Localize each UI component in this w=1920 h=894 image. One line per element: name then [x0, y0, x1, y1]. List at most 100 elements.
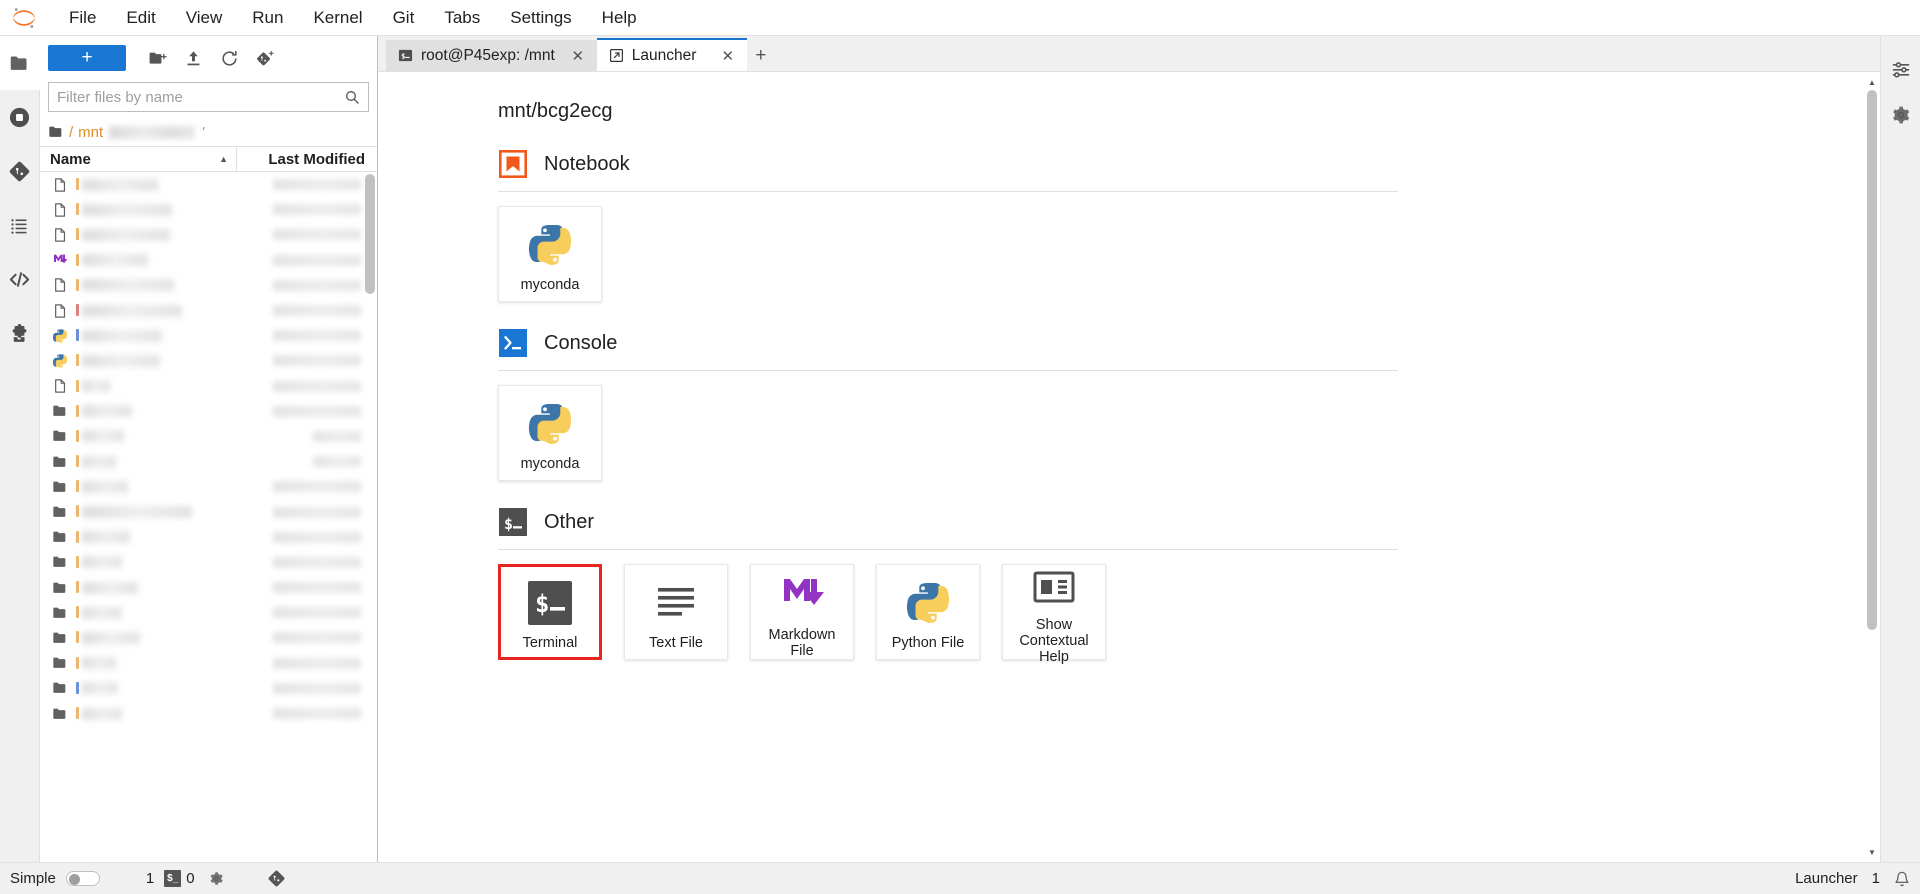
jupyter-logo-icon	[4, 3, 44, 33]
launcher-scrollbar[interactable]: ▲ ▼	[1866, 76, 1878, 858]
status-git-icon[interactable]	[268, 870, 285, 887]
tab-launcher[interactable]: Launcher ✕	[596, 38, 747, 71]
file-list-item[interactable]	[40, 550, 377, 575]
section-title-other: Other	[544, 510, 595, 533]
tab-terminal-close-icon[interactable]: ✕	[569, 47, 587, 65]
file-list[interactable]	[40, 172, 377, 862]
file-icon	[52, 202, 76, 218]
kernel-count: 1	[145, 870, 155, 887]
file-name-redacted	[76, 449, 313, 474]
breadcrumb-home-icon[interactable]	[48, 124, 64, 140]
launcher-scrollbar-thumb[interactable]	[1867, 90, 1877, 630]
current-widget-label[interactable]: Launcher	[1795, 870, 1858, 887]
sidebar-item-debugger[interactable]	[0, 252, 39, 306]
launcher-card-terminal[interactable]: $ Terminal	[498, 564, 602, 660]
column-header-last-modified[interactable]: Last Modified	[237, 147, 377, 171]
section-header-notebook: Notebook	[498, 149, 1880, 191]
tab-launcher-close-icon[interactable]: ✕	[719, 47, 737, 65]
file-list-item[interactable]	[40, 197, 377, 222]
file-list-item[interactable]	[40, 575, 377, 600]
sidebar-item-settings[interactable]	[1881, 92, 1920, 138]
file-list-item[interactable]	[40, 499, 377, 524]
scroll-down-icon[interactable]: ▼	[1866, 846, 1878, 858]
new-tab-button[interactable]: +	[747, 40, 775, 71]
upload-icon[interactable]	[176, 43, 210, 73]
file-list-item[interactable]	[40, 248, 377, 273]
simple-mode-toggle[interactable]	[65, 871, 100, 886]
menu-item-tabs[interactable]: Tabs	[429, 4, 495, 32]
scroll-up-icon[interactable]: ▲	[1866, 76, 1878, 88]
sidebar-item-table-of-contents[interactable]	[0, 198, 39, 252]
file-filter[interactable]	[48, 82, 369, 112]
menu-item-git[interactable]: Git	[378, 4, 430, 32]
kernel-sessions-status[interactable]: 1	[146, 870, 154, 887]
tab-terminal[interactable]: $ root@P45exp: /mnt ✕	[386, 40, 597, 71]
menu-item-edit[interactable]: Edit	[111, 4, 170, 32]
launcher-card-show-contextual-help[interactable]: Show Contextual Help	[1002, 564, 1106, 665]
menu-item-run[interactable]: Run	[237, 4, 298, 32]
file-modified-redacted	[273, 279, 361, 291]
file-modified-redacted	[273, 506, 361, 518]
file-list-item[interactable]	[40, 474, 377, 499]
file-name-redacted	[76, 323, 273, 348]
git-add-icon[interactable]	[248, 43, 282, 73]
tab-bar: $ root@P45exp: /mnt ✕ Launcher ✕ +	[378, 36, 1880, 72]
menu-item-settings[interactable]: Settings	[495, 4, 586, 32]
sidebar-item-git[interactable]	[0, 144, 39, 198]
file-name-redacted	[76, 172, 273, 197]
terminal-sessions-status[interactable]: $_ 0	[164, 870, 195, 887]
file-list-item[interactable]	[40, 323, 377, 348]
file-list-item[interactable]	[40, 525, 377, 550]
launcher-card-notebook-myconda[interactable]: myconda	[498, 206, 602, 302]
main-area: $ root@P45exp: /mnt ✕ Launcher ✕ + mnt/b…	[378, 36, 1880, 862]
file-list-item[interactable]	[40, 298, 377, 323]
new-launcher-button[interactable]: +	[48, 45, 126, 71]
sidebar-item-file-browser[interactable]	[0, 36, 40, 90]
file-list-item[interactable]	[40, 424, 377, 449]
file-modified-redacted	[273, 682, 361, 694]
section-divider-console	[498, 370, 1398, 371]
file-modified-redacted	[273, 254, 361, 266]
file-list-item[interactable]	[40, 625, 377, 650]
file-list-item[interactable]	[40, 374, 377, 399]
file-list-item[interactable]	[40, 399, 377, 424]
file-list-item[interactable]	[40, 273, 377, 298]
search-input[interactable]	[49, 88, 344, 106]
sidebar-item-running[interactable]	[0, 90, 39, 144]
menu-item-help[interactable]: Help	[587, 4, 652, 32]
menu-item-view[interactable]: View	[171, 4, 238, 32]
menu-item-kernel[interactable]: Kernel	[298, 4, 377, 32]
file-browser-toolbar: +	[40, 36, 377, 80]
file-list-item[interactable]	[40, 449, 377, 474]
file-list-item[interactable]	[40, 348, 377, 373]
terminal-count: 0	[186, 870, 195, 887]
file-list-scrollbar[interactable]	[365, 174, 375, 294]
new-folder-icon[interactable]	[140, 43, 174, 73]
file-list-item[interactable]	[40, 600, 377, 625]
file-list-item[interactable]	[40, 676, 377, 701]
launcher-card-python-file[interactable]: Python File	[876, 564, 980, 660]
file-modified-redacted	[273, 531, 361, 543]
file-name-redacted	[76, 575, 273, 600]
sidebar-item-extension-manager[interactable]	[0, 306, 39, 360]
file-list-item[interactable]	[40, 651, 377, 676]
bell-icon[interactable]	[1894, 871, 1910, 887]
file-list-item[interactable]	[40, 172, 377, 197]
launcher-card-markdown-file[interactable]: Markdown File	[750, 564, 854, 660]
launcher-card-label: Python File	[891, 635, 965, 651]
file-name-redacted	[76, 499, 273, 524]
refresh-icon[interactable]	[212, 43, 246, 73]
breadcrumb-item-mnt[interactable]: mnt	[78, 124, 103, 141]
file-name-redacted	[76, 600, 273, 625]
search-icon[interactable]	[344, 89, 368, 105]
column-header-name[interactable]: Name ▲	[40, 147, 237, 171]
launcher-card-text-file[interactable]: Text File	[624, 564, 728, 660]
sidebar-item-property-inspector[interactable]	[1881, 46, 1920, 92]
python-icon	[904, 577, 952, 629]
menu-item-file[interactable]: File	[54, 4, 111, 32]
file-list-item[interactable]	[40, 701, 377, 726]
status-gear-icon[interactable]	[209, 871, 224, 886]
launcher-card-console-myconda[interactable]: myconda	[498, 385, 602, 481]
sort-ascending-icon: ▲	[219, 154, 228, 164]
file-list-item[interactable]	[40, 222, 377, 247]
